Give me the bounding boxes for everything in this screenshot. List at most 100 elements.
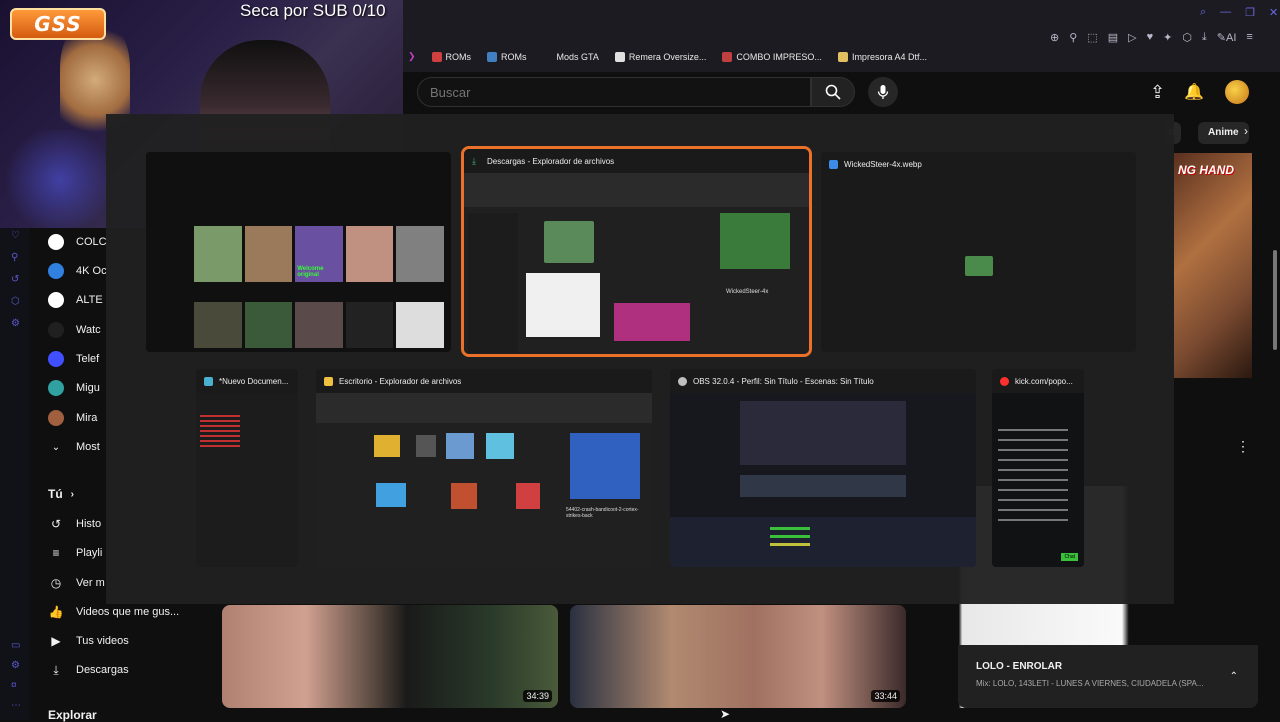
upload-icon[interactable]: ⇪ (1150, 82, 1165, 103)
more-icon[interactable]: ⋯ (11, 700, 21, 711)
you-item-label: Tus videos (76, 635, 129, 647)
ai-icon[interactable]: ✎AI (1217, 31, 1237, 44)
mix-card[interactable]: LOLO - ENROLAR Mix: LOLO, 143LETI - LUNE… (958, 645, 1258, 708)
chevron-right-icon[interactable]: › (1244, 124, 1248, 138)
bookmark-favicon-icon (487, 51, 498, 62)
subscription-item[interactable]: Migu (48, 378, 100, 398)
video-thumbnail[interactable]: NG HAND (1174, 153, 1252, 378)
heart-icon[interactable]: ♥ (1147, 31, 1154, 43)
bookmark-favicon-icon (542, 51, 553, 62)
gear-icon[interactable]: ⚙ (11, 660, 20, 671)
bookmark-item[interactable]: ROMs (487, 51, 527, 62)
settings-icon[interactable]: ⚙ (11, 318, 20, 329)
close-icon[interactable]: ✕ (1269, 6, 1278, 19)
subscription-item[interactable]: ALTE (48, 290, 103, 310)
bookmarks-bar: ❯ ROMs ROMs Mods GTA Remera Oversize... COMB… (408, 51, 927, 62)
wallet-icon[interactable]: ⬡ (1182, 31, 1192, 44)
bookmark-label: Mods GTA (556, 51, 599, 62)
bookmark-item[interactable]: ROMs (431, 51, 471, 62)
bookmark-label: Remera Oversize... (628, 51, 707, 62)
heart-icon[interactable]: ♡ (11, 230, 20, 241)
bookmark-favicon-icon (837, 51, 848, 62)
subscription-item[interactable]: 4K Oc (48, 261, 107, 281)
history-icon[interactable]: ↺ (11, 274, 19, 285)
share-icon[interactable]: ⬡ (11, 296, 20, 307)
bookmark-item[interactable]: Impresora A4 Dtf... (837, 51, 927, 62)
you-item[interactable]: 👍 Videos que me gus... (48, 602, 180, 622)
you-item[interactable]: ↺ Histo (48, 514, 101, 534)
bookmarks-overflow-icon[interactable]: ❯ (408, 51, 416, 62)
history-icon: ↺ (50, 517, 62, 531)
bookmark-icon[interactable]: ⚲ (11, 252, 18, 263)
you-item[interactable]: ⤓ Descargas (48, 660, 128, 680)
subscription-label: COLC (76, 236, 107, 248)
bookmark-item[interactable]: Remera Oversize... (614, 51, 707, 62)
you-section-heading[interactable]: Tú › (48, 487, 74, 501)
pin-icon[interactable]: ⚲ (1069, 31, 1077, 44)
bookmark-label: Impresora A4 Dtf... (851, 51, 927, 62)
window-controls: ⌕ — ❐ ✕ (1200, 6, 1278, 19)
bookmark-favicon-icon (614, 51, 625, 62)
filter-chip-anime[interactable]: Anime (1198, 122, 1249, 144)
more-options-icon[interactable]: ⋮ (1236, 438, 1250, 455)
search-button[interactable] (811, 77, 855, 107)
extensions-icon[interactable]: ✦ (1163, 31, 1172, 44)
window-webp-viewer[interactable]: WickedSteer-4x.webp (821, 152, 1136, 352)
video-thumbnail[interactable]: 33:44 (570, 605, 906, 708)
subscription-item[interactable]: COLC (48, 232, 107, 252)
thumb-caption: Welcome original (297, 266, 324, 278)
you-item-label: Ver m (76, 577, 105, 589)
chevron-right-icon: › (70, 488, 75, 500)
chevron-up-icon[interactable]: ⌃ (1230, 671, 1238, 682)
channel-avatar-icon (48, 234, 64, 250)
screenshot-icon[interactable]: ⬚ (1087, 31, 1097, 44)
channel-avatar-icon (48, 292, 64, 308)
window-notepad[interactable]: *Nuevo Documen... (196, 369, 298, 567)
you-item[interactable]: ▶ Tus videos (48, 631, 129, 651)
you-item-label: Playli (76, 547, 103, 559)
you-item[interactable]: ◷ Ver m (48, 573, 105, 593)
video-thumbnail[interactable]: 34:39 (222, 605, 558, 708)
like-icon: 👍 (48, 605, 64, 619)
wallet-icon[interactable]: ▭ (11, 640, 20, 651)
voice-search-button[interactable] (868, 77, 898, 107)
video-duration: 34:39 (523, 690, 552, 702)
window-obs[interactable]: OBS 32.0.4 - Perfil: Sin Título - Escena… (670, 369, 976, 567)
channel-avatar-icon (48, 263, 64, 279)
subscription-label: 4K Oc (76, 265, 107, 277)
avatar[interactable] (1225, 80, 1249, 104)
download-icon: ⤓ (472, 155, 476, 166)
window-explorer-downloads[interactable]: ⤓ Descargas - Explorador de archivos Wick… (461, 146, 812, 357)
channel-avatar-icon (48, 410, 64, 426)
bookmark-item[interactable]: COMBO IMPRESO... (722, 51, 822, 62)
subscription-item[interactable]: Watc (48, 320, 101, 340)
search-input[interactable] (417, 77, 811, 107)
show-more-subscriptions[interactable]: ⌄ Most (48, 437, 100, 457)
notifications-icon[interactable]: 🔔 (1184, 82, 1204, 102)
search-icon[interactable]: ⌕ (1200, 6, 1206, 19)
tabs-icon[interactable]: ¤ (11, 680, 17, 691)
menu-icon[interactable]: ≡ (1246, 31, 1252, 43)
minimize-icon[interactable]: — (1220, 6, 1231, 19)
bookmark-item[interactable]: Mods GTA (542, 51, 599, 62)
reader-icon[interactable]: ▤ (1108, 31, 1118, 44)
stream-logo: GSS (10, 8, 106, 40)
window-youtube-thumb[interactable]: Welcome original (146, 152, 451, 352)
you-item[interactable]: ≡ Playli (48, 543, 102, 563)
play-icon[interactable]: ▷ (1128, 31, 1136, 44)
folder-icon (324, 376, 333, 386)
restore-icon[interactable]: ❐ (1245, 6, 1255, 19)
window-explorer-desktop[interactable]: Escritorio - Explorador de archivos 5440… (316, 369, 652, 567)
window-kick-chat[interactable]: kick.com/popo... Chat (992, 369, 1084, 567)
zoom-icon[interactable]: ⊕ (1050, 31, 1059, 44)
chevron-down-icon: ⌄ (51, 441, 61, 453)
subscription-label: Mira (76, 412, 98, 424)
kick-icon (1000, 376, 1009, 386)
subscription-item[interactable]: Mira (48, 408, 97, 428)
chat-button: Chat (1061, 553, 1078, 561)
bookmark-favicon-icon (722, 51, 733, 62)
scrollbar[interactable] (1273, 250, 1277, 350)
subscription-item[interactable]: Telef (48, 349, 99, 369)
downloads-icon[interactable]: ⤓ (1202, 31, 1207, 44)
window-title: WickedSteer-4x.webp (844, 159, 922, 169)
